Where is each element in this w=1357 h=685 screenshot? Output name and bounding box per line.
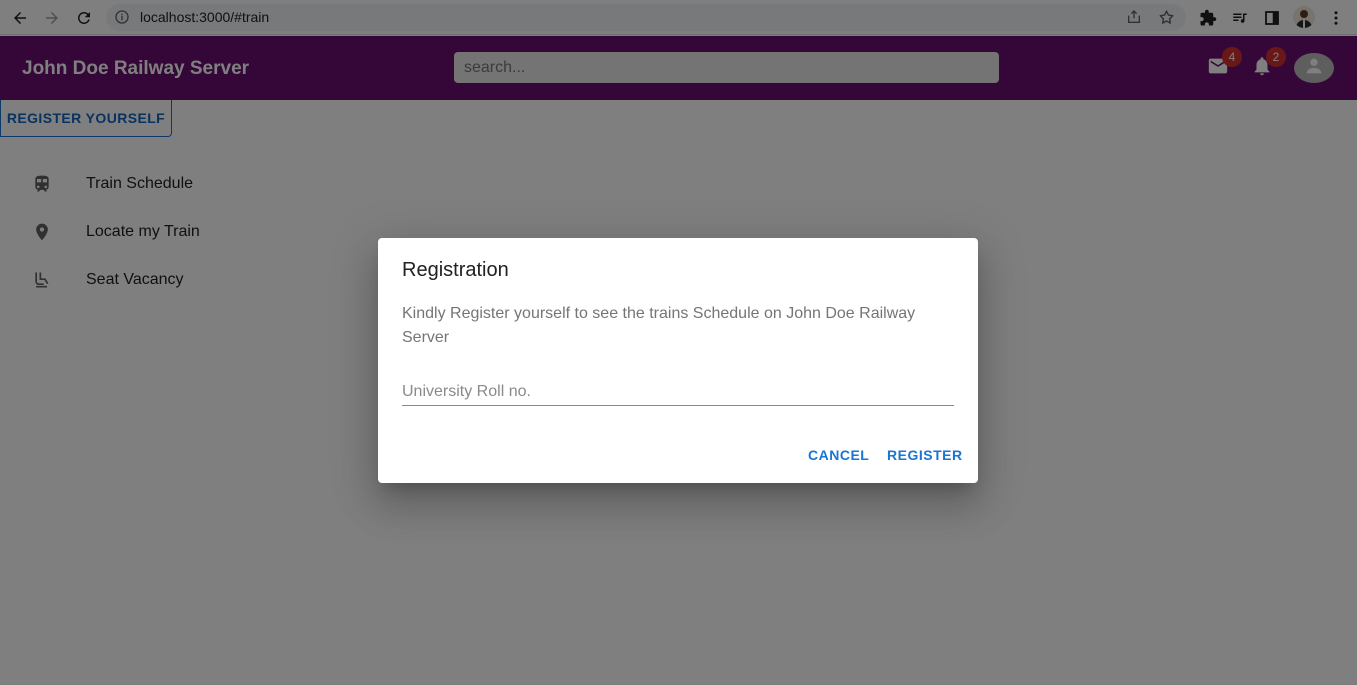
dialog-description: Kindly Register yourself to see the trai… <box>402 305 916 346</box>
dialog-title: Registration <box>402 259 509 281</box>
registration-dialog: Registration Kindly Register yourself to… <box>378 238 978 483</box>
roll-number-field[interactable] <box>402 378 954 406</box>
cancel-button[interactable]: CANCEL <box>808 442 869 468</box>
register-button[interactable]: REGISTER <box>887 442 963 468</box>
